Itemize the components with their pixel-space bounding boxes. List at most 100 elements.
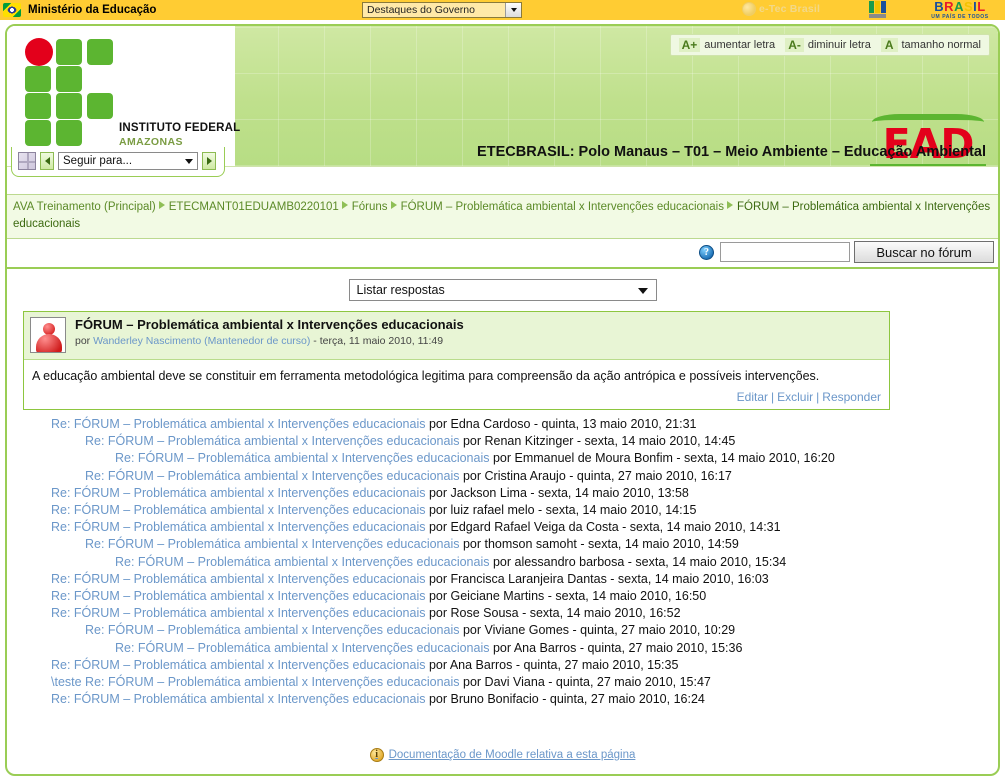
forum-reply-row[interactable]: Re: FÓRUM – Problemática ambiental x Int… <box>7 588 998 605</box>
reply-subject-link[interactable]: Re: FÓRUM – Problemática ambiental x Int… <box>51 692 425 706</box>
jump-navigation-bar: Seguir para... <box>7 147 998 194</box>
etec-swirl-icon <box>742 2 756 16</box>
etec-brasil-logo: e-Tec Brasil <box>742 2 820 16</box>
reply-author: Viviane Gomes <box>484 623 570 638</box>
info-icon: i <box>369 747 384 762</box>
reply-subject-link[interactable]: Re: FÓRUM – Problemática ambiental x Int… <box>115 451 489 465</box>
reply-date: - sexta, 14 maio 2010, 14:59 <box>576 537 739 552</box>
reply-by-label: por <box>489 451 515 466</box>
reply-author: Francisca Laranjeira Dantas <box>450 571 607 586</box>
forum-reply-row[interactable]: Re: FÓRUM – Problemática ambiental x Int… <box>7 433 998 450</box>
reply-subject-link[interactable]: Re: FÓRUM – Problemática ambiental x Int… <box>85 469 459 483</box>
reply-subject-link[interactable]: Re: FÓRUM – Problemática ambiental x Int… <box>115 641 489 655</box>
increase-font-button[interactable]: A+ aumentar letra <box>678 38 775 52</box>
reply-subject-link[interactable]: Re: FÓRUM – Problemática ambiental x Int… <box>85 623 459 637</box>
reply-subject-link[interactable]: Re: FÓRUM – Problemática ambiental x Int… <box>51 417 425 431</box>
reply-author: Ana Barros <box>513 640 577 655</box>
reply-subject-link[interactable]: Re: FÓRUM – Problemática ambiental x Int… <box>51 572 425 586</box>
reply-subject-link[interactable]: Re: FÓRUM – Problemática ambiental x Int… <box>51 658 425 672</box>
arrow-right-icon[interactable] <box>202 152 216 170</box>
forum-reply-row[interactable]: Re: FÓRUM – Problemática ambiental x Int… <box>7 468 998 485</box>
forum-reply-row[interactable]: Re: FÓRUM – Problemática ambiental x Int… <box>7 536 998 553</box>
reply-date: - quinta, 27 maio 2010, 15:47 <box>544 675 711 690</box>
forum-reply-row[interactable]: Re: FÓRUM – Problemática ambiental x Int… <box>7 571 998 588</box>
government-top-bar: Ministério da Educação Destaques do Gove… <box>0 0 1005 20</box>
reply-date: - sexta, 14 maio 2010, 14:45 <box>573 434 736 449</box>
breadcrumb: AVA Treinamento (Principal) ETECMANT01EDU… <box>7 194 998 239</box>
normal-font-label: tamanho normal <box>901 39 982 51</box>
reply-by-label: por <box>425 485 451 500</box>
user-avatar-icon[interactable] <box>30 317 66 353</box>
reply-author: alessandro barbosa <box>514 554 625 569</box>
forum-reply-row[interactable]: Re: FÓRUM – Problemática ambiental x Int… <box>7 519 998 536</box>
reply-date: - quinta, 27 maio 2010, 15:36 <box>576 640 743 655</box>
ministry-title: Ministério da Educação <box>28 4 157 16</box>
reply-by-label: por <box>459 623 485 638</box>
reply-author: Emmanuel de Moura Bonfim <box>514 451 673 466</box>
institute-line-1: INSTITUTO FEDERAL <box>119 122 241 134</box>
reply-subject-link[interactable]: Re: FÓRUM – Problemática ambiental x Int… <box>51 589 425 603</box>
forum-reply-row[interactable]: Re: FÓRUM – Problemática ambiental x Int… <box>7 657 998 674</box>
breadcrumb-item-3[interactable]: FÓRUM – Problemática ambiental x Interve… <box>401 201 724 213</box>
reply-subject-link[interactable]: Re: FÓRUM – Problemática ambiental x Int… <box>85 537 459 551</box>
normal-font-button[interactable]: A tamanho normal <box>880 38 982 52</box>
reply-prefix: \teste <box>51 675 86 690</box>
reply-date: - quinta, 27 maio 2010, 16:17 <box>565 468 732 483</box>
forum-post-author-link[interactable]: Wanderley Nascimento (Mantenedor de curs… <box>93 335 310 347</box>
reply-subject-link[interactable]: Re: FÓRUM – Problemática ambiental x Int… <box>51 503 425 517</box>
forum-reply-row[interactable]: Re: FÓRUM – Problemática ambiental x Int… <box>7 450 998 467</box>
reply-subject-link[interactable]: Re: FÓRUM – Problemática ambiental x Int… <box>51 520 425 534</box>
site-header: A+ aumentar letra A- diminuir letra A ta… <box>7 26 998 166</box>
help-icon[interactable]: ? <box>699 245 714 260</box>
forum-reply-row[interactable]: Re: FÓRUM – Problemática ambiental x Int… <box>7 605 998 622</box>
forum-reply-row[interactable]: Re: FÓRUM – Problemática ambiental x Int… <box>7 502 998 519</box>
page-footer: i Documentação de Moodle relativa a esta… <box>7 744 998 774</box>
search-forum-button[interactable]: Buscar no fórum <box>854 241 994 263</box>
reply-date: - sexta, 14 maio 2010, 16:20 <box>672 451 835 466</box>
reply-by-label: por <box>425 520 451 535</box>
reply-author: Geiciane Martins <box>450 589 545 604</box>
reply-by-label: por <box>425 692 451 707</box>
forum-reply-row[interactable]: Re: FÓRUM – Problemática ambiental x Int… <box>7 640 998 657</box>
chevron-down-icon <box>637 288 648 294</box>
reply-subject-link[interactable]: Re: FÓRUM – Problemática ambiental x Int… <box>115 555 489 569</box>
reply-date: - quinta, 27 maio 2010, 16:24 <box>538 692 705 707</box>
reply-date: - sexta, 14 maio 2010, 14:31 <box>618 520 781 535</box>
search-input[interactable] <box>720 242 850 262</box>
reply-subject-link[interactable]: Re: FÓRUM – Problemática ambiental x Int… <box>51 606 425 620</box>
reply-by-label: por <box>425 503 451 518</box>
forum-search-bar: ? Buscar no fórum <box>7 239 998 269</box>
chevron-down-icon[interactable] <box>505 3 521 17</box>
forum-reply-row[interactable]: \teste Re: FÓRUM – Problemática ambienta… <box>7 674 998 691</box>
reply-subject-link[interactable]: Re: FÓRUM – Problemática ambiental x Int… <box>51 486 425 500</box>
reply-post-link[interactable]: Responder <box>822 390 881 404</box>
forum-reply-row[interactable]: Re: FÓRUM – Problemática ambiental x Int… <box>7 622 998 639</box>
decrease-font-label: diminuir letra <box>807 39 871 51</box>
forum-reply-row[interactable]: Re: FÓRUM – Problemática ambiental x Int… <box>7 416 998 433</box>
grid-icon[interactable] <box>18 152 36 170</box>
display-mode-select[interactable]: Listar respostas <box>348 279 657 301</box>
normal-font-badge: A <box>880 38 898 52</box>
institute-name: INSTITUTO FEDERAL AMAZONAS <box>119 122 240 148</box>
government-highlights-select[interactable]: Destaques do Governo <box>362 2 522 18</box>
forum-reply-row[interactable]: Re: FÓRUM – Problemática ambiental x Int… <box>7 554 998 571</box>
jump-to-select[interactable]: Seguir para... <box>58 152 198 170</box>
moodle-documentation-link[interactable]: i Documentação de Moodle relativa a esta… <box>369 747 635 762</box>
forum-reply-row[interactable]: Re: FÓRUM – Problemática ambiental x Int… <box>7 691 998 708</box>
reply-subject-link[interactable]: Re: FÓRUM – Problemática ambiental x Int… <box>85 434 459 448</box>
forum-post-body: A educação ambiental deve se constituir … <box>32 369 820 383</box>
reply-date: - sexta, 14 maio 2010, 16:50 <box>544 589 707 604</box>
breadcrumb-item-0[interactable]: AVA Treinamento (Principal) <box>13 201 156 213</box>
reply-subject-link[interactable]: Re: FÓRUM – Problemática ambiental x Int… <box>85 675 459 689</box>
decrease-font-button[interactable]: A- diminuir letra <box>785 38 871 52</box>
arrow-left-icon[interactable] <box>40 152 54 170</box>
forum-reply-row[interactable]: Re: FÓRUM – Problemática ambiental x Int… <box>7 485 998 502</box>
reply-date: - sexta, 14 maio 2010, 16:03 <box>606 571 769 586</box>
breadcrumb-item-1[interactable]: ETECMANT01EDUAMB0220101 <box>169 201 339 213</box>
delete-post-link[interactable]: Excluir <box>777 390 813 404</box>
breadcrumb-item-2[interactable]: Fóruns <box>352 201 388 213</box>
reply-date: - sexta, 14 maio 2010, 14:15 <box>534 503 697 518</box>
edit-post-link[interactable]: Editar <box>737 390 768 404</box>
forum-post-title: FÓRUM – Problemática ambiental x Interve… <box>75 317 464 332</box>
forum-post: FÓRUM – Problemática ambiental x Interve… <box>23 311 890 410</box>
